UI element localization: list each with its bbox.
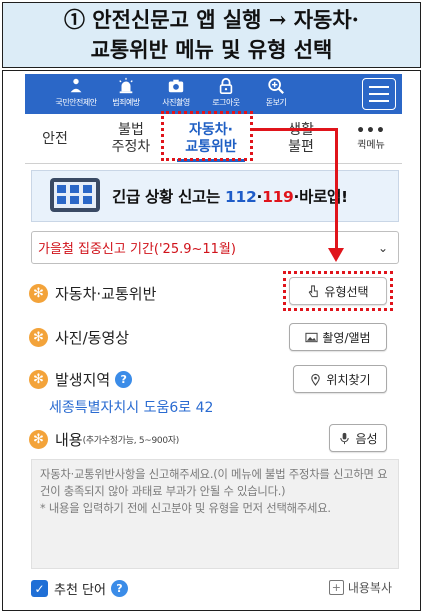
recommended-words-checkbox[interactable]: ✓ 추천 단어 ? (31, 579, 128, 598)
image-icon (305, 332, 318, 342)
camera-icon (168, 79, 184, 93)
check-icon: ✓ (31, 580, 48, 597)
tab-living-inconvenience[interactable]: 생활 불편 (265, 114, 337, 164)
red-arrow-horizontal (253, 128, 338, 131)
siren-icon (119, 77, 133, 94)
content-length-note: (추가수정가능, 5~900자) (82, 436, 180, 446)
megaphone-person-icon (70, 78, 82, 93)
required-star-icon: ✻ (29, 284, 48, 303)
type-row-label: ✻ 자동차·교통위반 (29, 283, 156, 304)
chevron-down-icon: ⌄ (377, 241, 388, 255)
tab-highlight-box (161, 111, 253, 161)
caption-line-2: 교통위반 메뉴 및 유형 선택 (90, 37, 333, 62)
location-address: 세종특별자치시 도움6로 42 (49, 400, 214, 416)
type-button-highlight-box (283, 271, 393, 311)
caption-line-1: ① 안전신문고 앱 실행 → 자동차· (64, 7, 359, 32)
emergency-banner[interactable]: 긴급 상황 신고는 112·119·바로앱! (31, 170, 399, 222)
tab-quick-menu[interactable]: ••• 퀵메뉴 (343, 114, 399, 164)
top-bar: 국민안전제안 범죄예방 사진촬영 로그아웃 돋보기 (25, 74, 402, 114)
app-screen: 국민안전제안 범죄예방 사진촬영 로그아웃 돋보기 안전 불법 주정차 자동차·… (2, 70, 421, 611)
red-arrow-head-icon (328, 248, 344, 262)
more-dots-icon: ••• (356, 122, 386, 139)
tab-safety[interactable]: 안전 (25, 114, 85, 164)
report-content-textarea[interactable]: 자동차·교통위반사항을 신고해주세요.(이 메뉴에 불법 주정차를 신고하면 요… (31, 459, 399, 569)
content-row-label: ✻ 내용 (추가수정가능, 5~900자) (29, 429, 179, 450)
required-star-icon: ✻ (29, 430, 48, 449)
magnifier-plus-icon (268, 78, 284, 94)
instruction-caption: ① 안전신문고 앱 실행 → 자동차· 교통위반 메뉴 및 유형 선택 (2, 2, 421, 68)
help-icon[interactable]: ? (110, 580, 128, 597)
banner-text: 긴급 상황 신고는 112·119·바로앱! (112, 188, 348, 206)
topbar-item-crime-prevention[interactable]: 범죄예방 (101, 77, 151, 113)
lock-icon (219, 77, 233, 95)
tab-illegal-parking[interactable]: 불법 주정차 (95, 114, 167, 164)
location-pin-icon (311, 373, 321, 386)
required-star-icon: ✻ (29, 370, 48, 389)
hamburger-icon (369, 86, 389, 88)
phone-app-illustration (44, 176, 106, 216)
help-icon[interactable]: ? (115, 371, 133, 388)
red-arrow-vertical (335, 128, 338, 250)
find-location-button[interactable]: 위치찾기 (293, 365, 387, 393)
required-star-icon: ✻ (29, 328, 48, 347)
topbar-item-magnifier[interactable]: 돋보기 (251, 77, 301, 113)
voice-input-button[interactable]: 음성 (329, 424, 387, 452)
location-row-label: ✻ 발생지역 ? (29, 369, 133, 390)
topbar-item-logout[interactable]: 로그아웃 (201, 77, 251, 113)
topbar-item-safety-proposal[interactable]: 국민안전제안 (51, 77, 101, 113)
topbar-item-photo[interactable]: 사진촬영 (151, 77, 201, 113)
media-row-label: ✻ 사진/동영상 (29, 327, 129, 348)
capture-album-button[interactable]: 촬영/앨범 (289, 323, 387, 351)
copy-icon: + (328, 580, 344, 595)
microphone-icon (340, 432, 350, 444)
hamburger-menu-button[interactable] (362, 78, 396, 110)
copy-content-button[interactable]: + 내용복사 (328, 579, 392, 596)
